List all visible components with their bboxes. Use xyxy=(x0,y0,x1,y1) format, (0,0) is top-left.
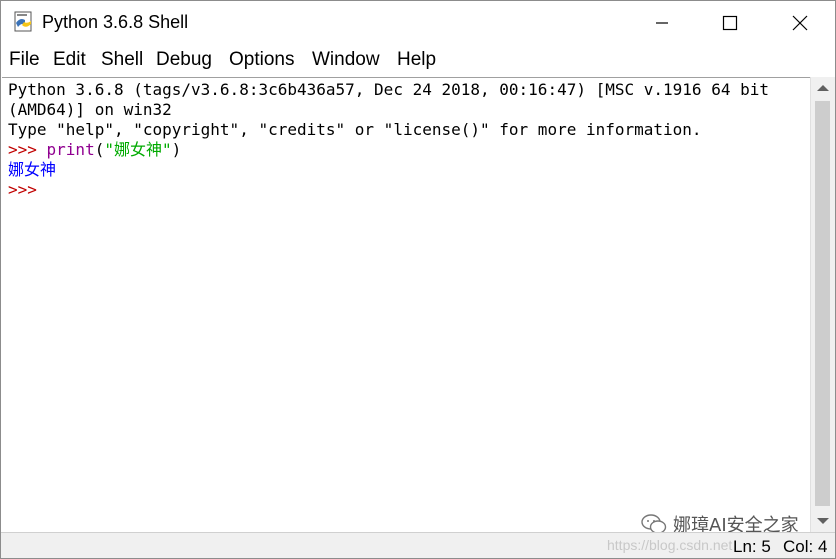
command-line: >>> print("娜女神") xyxy=(8,140,181,160)
status-line-number: Ln: 5 xyxy=(733,537,771,556)
minimize-icon xyxy=(656,22,668,24)
banner-line-2: (AMD64)] on win32 xyxy=(8,100,172,119)
status-column-number: Col: 4 xyxy=(783,537,828,556)
scroll-up-icon[interactable] xyxy=(817,85,829,91)
python-idle-icon xyxy=(13,11,35,33)
prompt: >>> xyxy=(8,140,47,159)
watermark-url: https://blog.csdn.net xyxy=(607,537,733,553)
builtin-print: print xyxy=(46,140,95,159)
menu-debug[interactable]: Debug xyxy=(156,49,212,71)
open-paren: ( xyxy=(94,140,105,159)
minimize-button[interactable] xyxy=(627,1,697,45)
menu-shell[interactable]: Shell xyxy=(101,49,143,71)
banner-line-1: Python 3.6.8 (tags/v3.6.8:3c6b436a57, De… xyxy=(8,80,769,99)
menu-window[interactable]: Window xyxy=(312,49,380,71)
menu-file[interactable]: File xyxy=(9,49,40,71)
menu-bar: File Edit Shell Debug Options Window Hel… xyxy=(1,45,835,77)
scroll-down-icon[interactable] xyxy=(817,518,829,524)
banner-line-3: Type "help", "copyright", "credits" or "… xyxy=(8,120,702,139)
idle-shell-window: Python 3.6.8 Shell File Edit Shell Debug… xyxy=(0,0,836,559)
menu-help[interactable]: Help xyxy=(397,49,436,71)
window-title: Python 3.6.8 Shell xyxy=(42,12,189,32)
title-bar[interactable]: Python 3.6.8 Shell xyxy=(1,1,835,45)
string-literal: "娜女神" xyxy=(104,140,172,159)
output-line: 娜女神 xyxy=(8,160,57,179)
shell-text-area[interactable]: Python 3.6.8 (tags/v3.6.8:3c6b436a57, De… xyxy=(2,77,810,533)
vertical-scrollbar[interactable] xyxy=(810,77,835,532)
menu-edit[interactable]: Edit xyxy=(53,49,86,71)
maximize-icon xyxy=(722,15,738,31)
menu-options[interactable]: Options xyxy=(229,49,294,71)
close-button[interactable] xyxy=(765,1,835,45)
close-icon xyxy=(792,15,808,31)
maximize-button[interactable] xyxy=(695,1,765,45)
close-paren: ) xyxy=(171,140,182,159)
current-prompt: >>> xyxy=(8,180,37,199)
scroll-thumb[interactable] xyxy=(815,101,830,506)
